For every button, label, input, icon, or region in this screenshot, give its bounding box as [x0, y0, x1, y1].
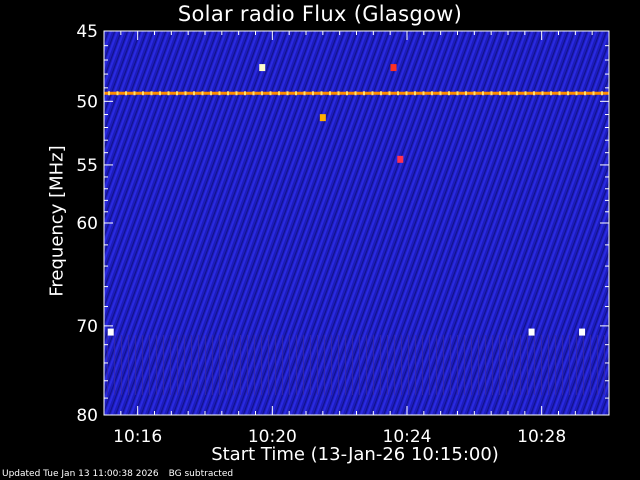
spectrogram-chart: 45505560708010:16 10:20 10:24 10:28: [76, 22, 610, 447]
interference-dot: [108, 91, 110, 96]
interference-dot: [235, 91, 238, 96]
interference-dot: [550, 91, 552, 96]
interference-dot: [541, 91, 544, 96]
interference-dot: [431, 91, 433, 96]
interference-dot: [303, 91, 306, 96]
interference-dot: [278, 91, 280, 96]
y-tick-label: 70: [76, 317, 98, 337]
interference-dot: [201, 91, 204, 96]
interference-dot: [371, 91, 374, 96]
x-axis-label: Start Time (13-Jan-26 10:15:00): [211, 444, 499, 465]
background-note: BG subtracted: [168, 469, 234, 479]
interference-dot: [218, 91, 221, 96]
interference-dot: [473, 91, 476, 96]
interference-dot: [397, 91, 399, 96]
y-axis-label: Frequency [MHz]: [46, 145, 68, 297]
interference-dot: [482, 91, 484, 96]
interference-dot: [363, 91, 365, 96]
interference-dot: [167, 91, 170, 96]
interference-dot: [405, 91, 408, 96]
interference-dot: [337, 91, 340, 96]
spectrogram-area: [104, 31, 609, 415]
spectrogram-noise-band: [104, 335, 609, 395]
interference-blob: [397, 155, 404, 163]
interference-dot: [439, 91, 442, 96]
interference-dot: [312, 91, 314, 96]
interference-dot: [558, 91, 561, 96]
y-tick-label: 50: [76, 92, 98, 112]
interference-blob: [528, 328, 535, 336]
interference-dot: [524, 91, 527, 96]
interference-dot: [499, 91, 501, 96]
interference-dot: [490, 91, 493, 96]
interference-dot: [414, 91, 416, 96]
interference-dot: [286, 91, 289, 96]
interference-blob: [259, 64, 266, 72]
interference-dot: [150, 91, 153, 96]
interference-dot: [601, 91, 603, 96]
interference-dot: [193, 91, 195, 96]
interference-dot: [125, 91, 127, 96]
interference-dot: [575, 91, 578, 96]
interference-dot: [142, 91, 144, 96]
interference-dot: [176, 91, 178, 96]
interference-dot: [507, 91, 510, 96]
y-tick-label: 55: [76, 156, 98, 176]
interference-dot: [227, 91, 229, 96]
interference-blob: [579, 328, 586, 336]
interference-dot: [448, 91, 450, 96]
updated-timestamp: Updated Tue Jan 13 11:00:38 2026: [2, 469, 159, 479]
interference-blob: [319, 114, 326, 122]
interference-dot: [584, 91, 586, 96]
interference-dot: [295, 91, 297, 96]
interference-dot: [516, 91, 518, 96]
interference-dot: [261, 91, 263, 96]
interference-dot: [269, 91, 272, 96]
interference-dot: [244, 91, 246, 96]
interference-dot: [116, 91, 119, 96]
interference-dot: [465, 91, 467, 96]
footer: Updated Tue Jan 13 11:00:38 2026 BG subtr…: [2, 469, 243, 479]
interference-dot: [346, 91, 348, 96]
interference-dot: [456, 91, 459, 96]
y-tick-label: 80: [76, 406, 98, 426]
interference-dot: [567, 91, 569, 96]
y-tick-label: 45: [76, 22, 98, 42]
interference-dot: [354, 91, 357, 96]
interference-dot: [133, 91, 136, 96]
interference-dot: [422, 91, 425, 96]
y-tick-label: 60: [76, 214, 98, 234]
interference-blob: [390, 64, 397, 72]
interference-dot: [388, 91, 391, 96]
interference-dot: [184, 91, 187, 96]
interference-blob: [107, 328, 114, 336]
interference-dot: [159, 91, 161, 96]
interference-dot: [210, 91, 212, 96]
interference-dot: [329, 91, 331, 96]
interference-dot: [533, 91, 535, 96]
interference-dot: [252, 91, 255, 96]
interference-dot: [592, 91, 595, 96]
interference-dot: [380, 91, 382, 96]
interference-dot: [320, 91, 323, 96]
